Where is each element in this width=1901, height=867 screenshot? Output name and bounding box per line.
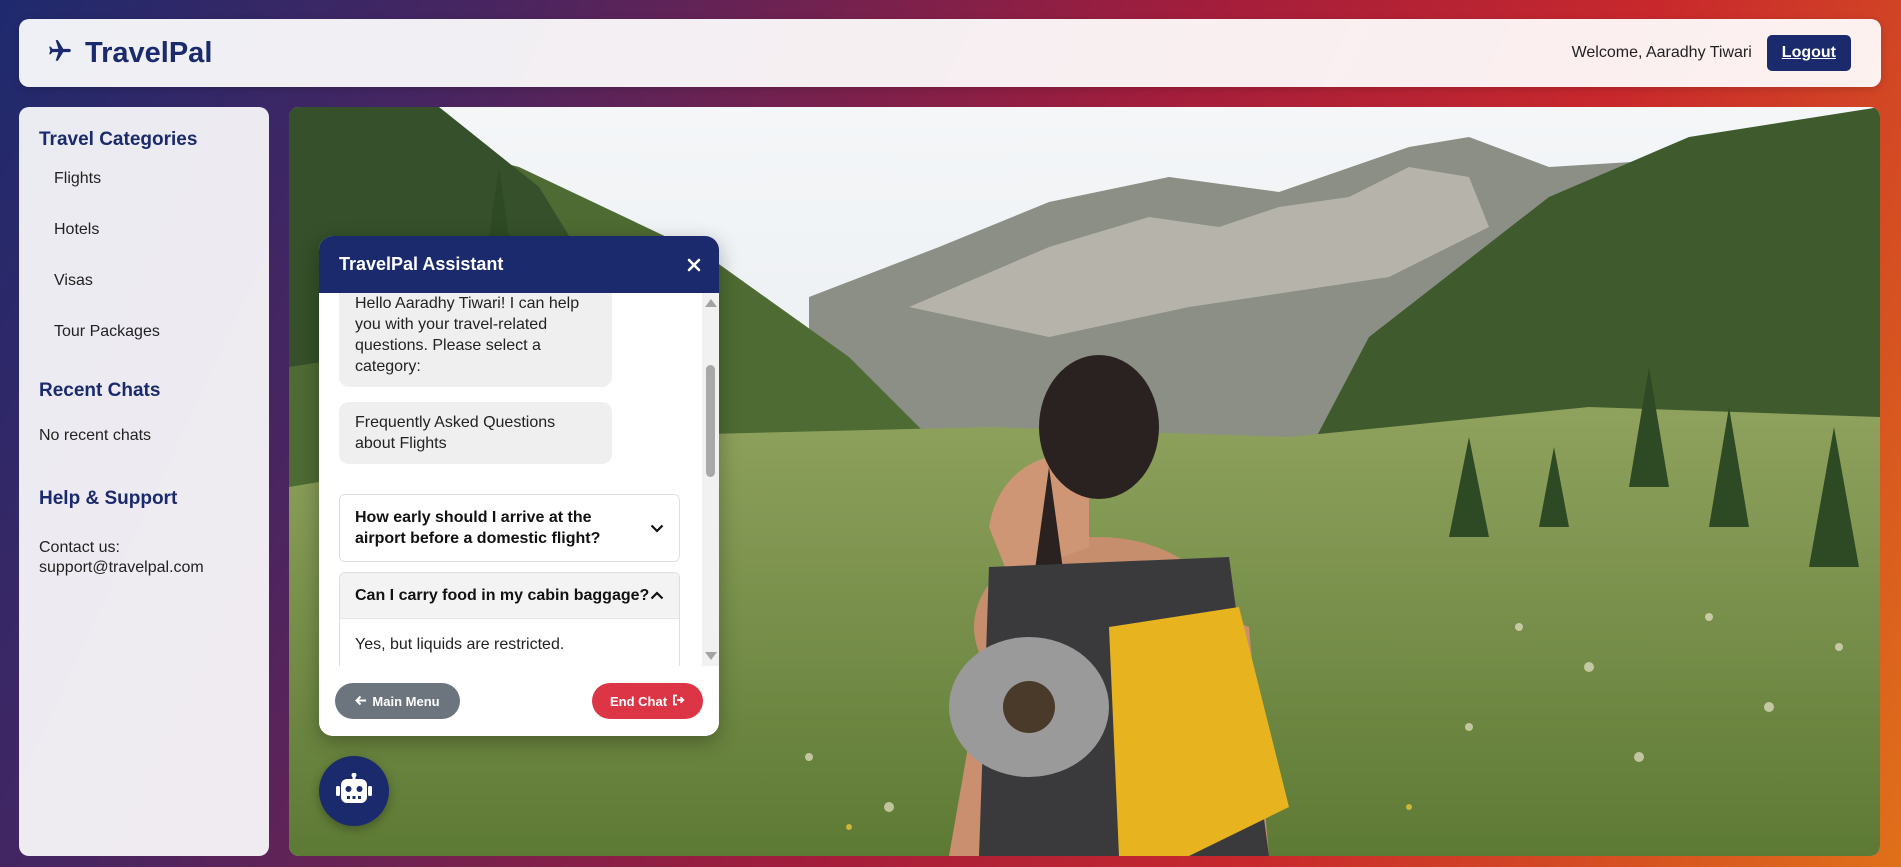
chevron-up-icon xyxy=(650,585,664,606)
faq-question-toggle[interactable]: Can I carry food in my cabin baggage? xyxy=(340,573,679,618)
chat-header: TravelPal Assistant xyxy=(319,236,719,293)
sidebar-item-hotels[interactable]: Hotels xyxy=(39,220,249,271)
recent-chats-heading: Recent Chats xyxy=(39,380,161,401)
category-list: Flights Hotels Visas Tour Packages xyxy=(39,169,249,373)
brand-logo[interactable]: TravelPal xyxy=(47,37,212,70)
end-chat-button[interactable]: End Chat xyxy=(592,683,703,719)
chevron-down-icon xyxy=(650,518,664,539)
contact-email[interactable]: support@travelpal.com xyxy=(39,559,249,577)
close-icon[interactable] xyxy=(687,258,701,272)
sidebar: Travel Categories Flights Hotels Visas T… xyxy=(19,107,269,856)
sidebar-item-flights[interactable]: Flights xyxy=(39,169,249,220)
bot-message: Hello Aaradhy Tiwari! I can help you wit… xyxy=(339,293,612,387)
faq-item: How early should I arrive at the airport… xyxy=(339,494,680,562)
robot-icon xyxy=(336,772,372,810)
logout-button[interactable]: Logout xyxy=(1766,35,1851,71)
top-header: TravelPal Welcome, Aaradhy Tiwari Logout xyxy=(19,19,1881,87)
faq-question-text: How early should I arrive at the airport… xyxy=(355,509,601,547)
brand-name: TravelPal xyxy=(85,36,213,69)
main-menu-button[interactable]: Main Menu xyxy=(335,683,460,719)
help-heading: Help & Support xyxy=(39,488,178,509)
faq-item: Can I carry food in my cabin baggage? Ye… xyxy=(339,572,680,666)
chat-title: TravelPal Assistant xyxy=(339,254,504,274)
arrow-left-icon xyxy=(355,694,367,709)
end-chat-label: End Chat xyxy=(609,693,668,709)
faq-answer: Yes, but liquids are restricted. xyxy=(340,618,679,666)
contact-label: Contact us: xyxy=(39,539,120,556)
chat-scrollbar[interactable] xyxy=(702,293,719,666)
sidebar-item-visas[interactable]: Visas xyxy=(39,271,249,322)
main-menu-label: Main Menu xyxy=(372,693,440,709)
plane-icon xyxy=(47,38,73,69)
chat-window: TravelPal Assistant Hello Aaradhy Tiwari… xyxy=(319,236,719,736)
welcome-text: Welcome, Aaradhy Tiwari xyxy=(1571,44,1752,61)
chatbot-toggle-button[interactable] xyxy=(319,756,389,826)
faq-question-text: Can I carry food in my cabin baggage? xyxy=(355,587,650,604)
sidebar-item-tour-packages[interactable]: Tour Packages xyxy=(39,322,249,373)
bot-message: Frequently Asked Questions about Flights xyxy=(339,402,612,464)
scroll-thumb[interactable] xyxy=(706,365,715,477)
user-area: Welcome, Aaradhy Tiwari Logout xyxy=(1572,35,1851,71)
faq-question-toggle[interactable]: How early should I arrive at the airport… xyxy=(340,495,679,561)
recent-chats-empty: No recent chats xyxy=(39,427,152,444)
categories-heading: Travel Categories xyxy=(39,129,198,150)
sign-out-icon xyxy=(672,694,685,709)
chat-messages[interactable]: Hello Aaradhy Tiwari! I can help you wit… xyxy=(319,293,719,666)
scroll-down-arrow[interactable] xyxy=(705,652,717,660)
chat-footer: Main Menu End Chat xyxy=(319,666,719,736)
scroll-up-arrow[interactable] xyxy=(705,299,717,307)
